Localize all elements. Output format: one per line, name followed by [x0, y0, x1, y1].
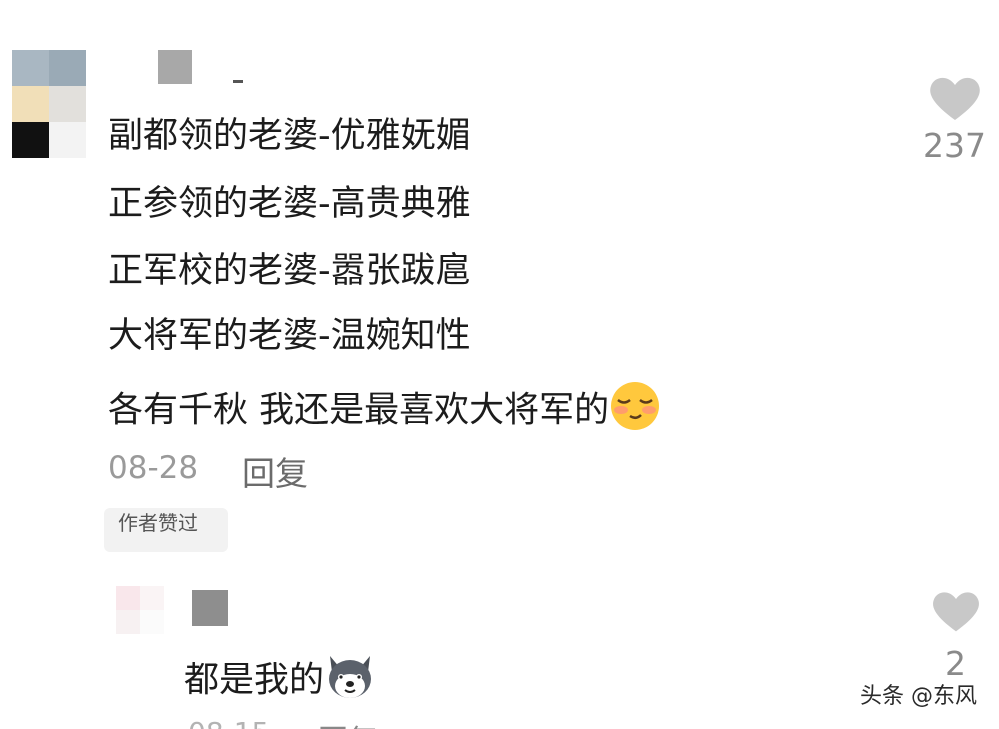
reply-username-redacted[interactable] [192, 590, 228, 626]
reply-meta-row: 08-15 回复 [188, 716, 488, 729]
comment-line: 正军校的老婆-嚣张跋扈 [108, 251, 471, 291]
reply-reply-button[interactable]: 回复 [318, 716, 378, 729]
comment-last-text: 各有千秋 我还是最喜欢大将军的 [108, 390, 610, 431]
comment-line: 副都领的老婆-优雅妩媚 [108, 116, 471, 156]
husky-dog-emoji-icon [324, 650, 376, 713]
comment-reply-button[interactable]: 回复 [242, 447, 308, 495]
comment-line: 正参领的老婆-高贵典雅 [108, 184, 471, 224]
reply-text: 都是我的 [184, 660, 325, 701]
comment-username-redacted[interactable] [158, 50, 192, 84]
comment-line-last: 各有千秋 我还是最喜欢大将军的 [108, 380, 661, 443]
reply-line: 都是我的 [184, 650, 376, 713]
comment-username-fragment [233, 80, 243, 83]
comment-like-count: 237 [923, 126, 986, 165]
comment-avatar[interactable] [12, 50, 86, 158]
heart-icon[interactable] [931, 588, 981, 638]
reply-avatar[interactable] [116, 586, 164, 634]
comment-date: 08-28 [108, 450, 199, 486]
shy-smile-emoji-icon [609, 380, 661, 443]
author-liked-badge: 作者赞过 [104, 508, 228, 552]
comment-line: 大将军的老婆-温婉知性 [108, 316, 471, 356]
watermark: 头条 @东风 [860, 684, 977, 709]
heart-icon[interactable] [928, 74, 982, 126]
reply-date: 08-15 [188, 716, 269, 729]
